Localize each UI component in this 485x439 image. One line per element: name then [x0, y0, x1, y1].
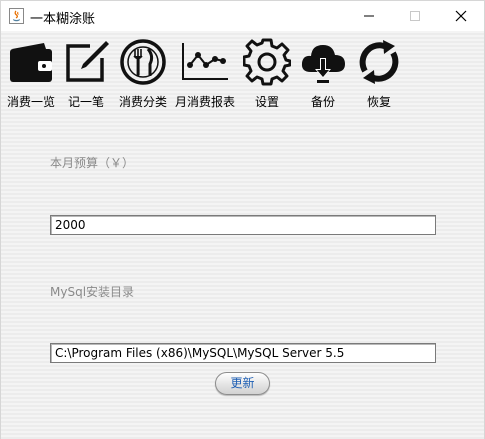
toolbar-label: 恢复 [366, 95, 391, 109]
app-window: 一本糊涂账 消费一览 记一笔 消费分类 月消费报表 设置 备份 恢复 本月预算（… [0, 0, 485, 439]
cloud-download-icon [298, 37, 348, 87]
edit-icon [61, 37, 111, 87]
toolbar-label: 设置 [254, 95, 279, 109]
toolbar-label: 月消费报表 [174, 95, 235, 109]
refresh-icon [354, 37, 404, 87]
close-button[interactable] [438, 1, 484, 31]
toolbar-item-overview[interactable]: 消费一览 [5, 37, 57, 111]
java-app-icon [9, 8, 24, 24]
title-bar: 一本糊涂账 [1, 1, 484, 31]
line-chart-icon [180, 37, 230, 87]
gear-icon [242, 37, 292, 87]
wallet-icon [6, 37, 56, 87]
close-icon [455, 10, 467, 22]
toolbar-label: 记一笔 [67, 95, 104, 109]
toolbar-item-backup[interactable]: 备份 [297, 37, 349, 111]
main-panel: 消费一览 记一笔 消费分类 月消费报表 设置 备份 恢复 本月预算（￥） 200… [1, 31, 484, 439]
toolbar-item-record[interactable]: 记一笔 [61, 37, 111, 111]
update-button[interactable]: 更新 [215, 372, 270, 395]
toolbar-item-monthly-report[interactable]: 月消费报表 [173, 37, 237, 111]
window-title: 一本糊涂账 [30, 12, 96, 27]
toolbar: 消费一览 记一笔 消费分类 月消费报表 设置 备份 恢复 [1, 31, 484, 115]
minimize-icon [364, 15, 374, 17]
toolbar-item-category[interactable]: 消费分类 [116, 37, 170, 111]
minimize-button[interactable] [346, 1, 392, 31]
toolbar-label: 备份 [310, 95, 335, 109]
budget-label: 本月预算（￥） [50, 156, 135, 170]
mysql-path-input[interactable]: C:\Program Files (x86)\MySQL\MySQL Serve… [50, 343, 436, 363]
fork-knife-icon [118, 37, 168, 87]
maximize-button[interactable] [392, 1, 438, 31]
toolbar-label: 消费分类 [118, 95, 167, 109]
toolbar-item-restore[interactable]: 恢复 [353, 37, 405, 111]
toolbar-item-settings[interactable]: 设置 [241, 37, 293, 111]
maximize-icon [410, 11, 420, 21]
toolbar-label: 消费一览 [6, 95, 55, 109]
mysql-path-label: MySql安装目录 [50, 285, 135, 299]
budget-input[interactable]: 2000 [50, 215, 436, 235]
